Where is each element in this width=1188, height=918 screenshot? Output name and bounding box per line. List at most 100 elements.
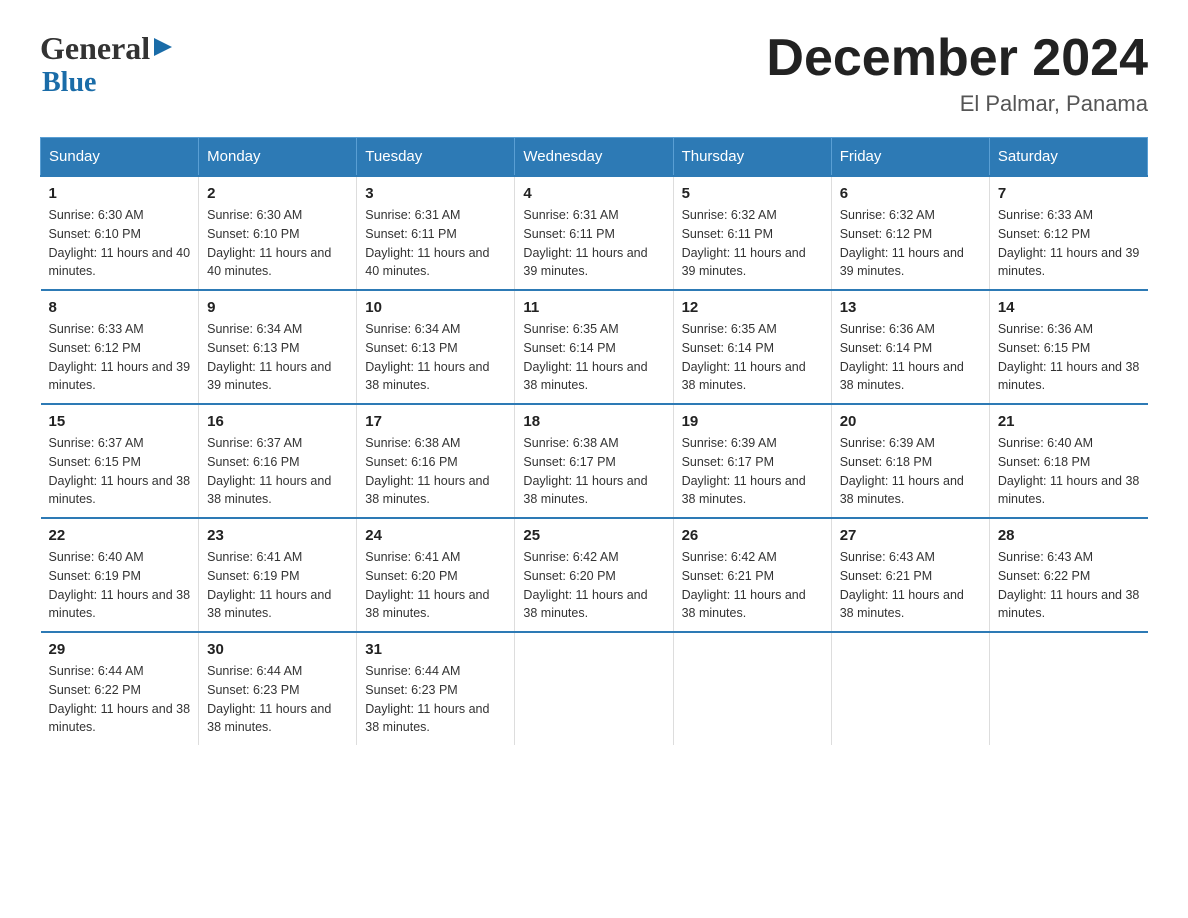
calendar-week-4: 22 Sunrise: 6:40 AMSunset: 6:19 PMDaylig… [41,518,1148,632]
day-info: Sunrise: 6:38 AMSunset: 6:16 PMDaylight:… [365,436,489,506]
day-info: Sunrise: 6:40 AMSunset: 6:18 PMDaylight:… [998,436,1140,506]
day-number: 21 [998,413,1140,430]
table-row: 10 Sunrise: 6:34 AMSunset: 6:13 PMDaylig… [357,290,515,404]
location-subtitle: El Palmar, Panama [766,91,1148,117]
day-number: 17 [365,413,506,430]
day-number: 25 [523,527,664,544]
day-number: 30 [207,641,348,658]
day-number: 7 [998,185,1140,202]
table-row [673,632,831,745]
day-info: Sunrise: 6:38 AMSunset: 6:17 PMDaylight:… [523,436,647,506]
logo-arrow-icon [152,36,174,58]
day-number: 10 [365,299,506,316]
table-row: 15 Sunrise: 6:37 AMSunset: 6:15 PMDaylig… [41,404,199,518]
day-info: Sunrise: 6:34 AMSunset: 6:13 PMDaylight:… [365,322,489,392]
table-row: 13 Sunrise: 6:36 AMSunset: 6:14 PMDaylig… [831,290,989,404]
logo-blue: Blue [42,67,96,98]
day-number: 2 [207,185,348,202]
day-info: Sunrise: 6:44 AMSunset: 6:23 PMDaylight:… [207,664,331,734]
table-row: 23 Sunrise: 6:41 AMSunset: 6:19 PMDaylig… [199,518,357,632]
day-info: Sunrise: 6:43 AMSunset: 6:21 PMDaylight:… [840,550,964,620]
calendar-week-3: 15 Sunrise: 6:37 AMSunset: 6:15 PMDaylig… [41,404,1148,518]
day-info: Sunrise: 6:35 AMSunset: 6:14 PMDaylight:… [682,322,806,392]
table-row: 3 Sunrise: 6:31 AMSunset: 6:11 PMDayligh… [357,176,515,290]
table-row: 24 Sunrise: 6:41 AMSunset: 6:20 PMDaylig… [357,518,515,632]
day-info: Sunrise: 6:30 AMSunset: 6:10 PMDaylight:… [207,208,331,278]
day-number: 15 [49,413,191,430]
day-info: Sunrise: 6:35 AMSunset: 6:14 PMDaylight:… [523,322,647,392]
table-row: 7 Sunrise: 6:33 AMSunset: 6:12 PMDayligh… [989,176,1147,290]
day-number: 14 [998,299,1140,316]
table-row: 18 Sunrise: 6:38 AMSunset: 6:17 PMDaylig… [515,404,673,518]
title-section: December 2024 El Palmar, Panama [766,30,1148,117]
day-info: Sunrise: 6:39 AMSunset: 6:17 PMDaylight:… [682,436,806,506]
table-row: 28 Sunrise: 6:43 AMSunset: 6:22 PMDaylig… [989,518,1147,632]
day-number: 16 [207,413,348,430]
table-row: 11 Sunrise: 6:35 AMSunset: 6:14 PMDaylig… [515,290,673,404]
day-number: 19 [682,413,823,430]
day-number: 24 [365,527,506,544]
day-info: Sunrise: 6:40 AMSunset: 6:19 PMDaylight:… [49,550,191,620]
day-number: 31 [365,641,506,658]
table-row: 30 Sunrise: 6:44 AMSunset: 6:23 PMDaylig… [199,632,357,745]
day-number: 3 [365,185,506,202]
day-number: 1 [49,185,191,202]
day-info: Sunrise: 6:39 AMSunset: 6:18 PMDaylight:… [840,436,964,506]
day-number: 26 [682,527,823,544]
day-info: Sunrise: 6:32 AMSunset: 6:11 PMDaylight:… [682,208,806,278]
table-row: 4 Sunrise: 6:31 AMSunset: 6:11 PMDayligh… [515,176,673,290]
day-info: Sunrise: 6:43 AMSunset: 6:22 PMDaylight:… [998,550,1140,620]
day-info: Sunrise: 6:32 AMSunset: 6:12 PMDaylight:… [840,208,964,278]
calendar-week-2: 8 Sunrise: 6:33 AMSunset: 6:12 PMDayligh… [41,290,1148,404]
col-wednesday: Wednesday [515,138,673,177]
day-info: Sunrise: 6:36 AMSunset: 6:15 PMDaylight:… [998,322,1140,392]
logo: General Blue [40,30,174,99]
col-saturday: Saturday [989,138,1147,177]
table-row: 26 Sunrise: 6:42 AMSunset: 6:21 PMDaylig… [673,518,831,632]
day-number: 18 [523,413,664,430]
day-info: Sunrise: 6:37 AMSunset: 6:16 PMDaylight:… [207,436,331,506]
day-info: Sunrise: 6:41 AMSunset: 6:19 PMDaylight:… [207,550,331,620]
day-info: Sunrise: 6:42 AMSunset: 6:21 PMDaylight:… [682,550,806,620]
day-number: 6 [840,185,981,202]
day-number: 23 [207,527,348,544]
day-number: 22 [49,527,191,544]
table-row: 16 Sunrise: 6:37 AMSunset: 6:16 PMDaylig… [199,404,357,518]
table-row: 14 Sunrise: 6:36 AMSunset: 6:15 PMDaylig… [989,290,1147,404]
table-row [989,632,1147,745]
day-number: 11 [523,299,664,316]
day-number: 20 [840,413,981,430]
col-monday: Monday [199,138,357,177]
table-row: 9 Sunrise: 6:34 AMSunset: 6:13 PMDayligh… [199,290,357,404]
calendar-table: Sunday Monday Tuesday Wednesday Thursday… [40,137,1148,745]
day-info: Sunrise: 6:44 AMSunset: 6:23 PMDaylight:… [365,664,489,734]
table-row: 8 Sunrise: 6:33 AMSunset: 6:12 PMDayligh… [41,290,199,404]
table-row: 25 Sunrise: 6:42 AMSunset: 6:20 PMDaylig… [515,518,673,632]
day-info: Sunrise: 6:31 AMSunset: 6:11 PMDaylight:… [523,208,647,278]
table-row [515,632,673,745]
day-number: 9 [207,299,348,316]
logo-general: General [40,30,150,67]
calendar-week-5: 29 Sunrise: 6:44 AMSunset: 6:22 PMDaylig… [41,632,1148,745]
table-row: 1 Sunrise: 6:30 AMSunset: 6:10 PMDayligh… [41,176,199,290]
header-row: Sunday Monday Tuesday Wednesday Thursday… [41,138,1148,177]
calendar-week-1: 1 Sunrise: 6:30 AMSunset: 6:10 PMDayligh… [41,176,1148,290]
day-number: 27 [840,527,981,544]
table-row: 20 Sunrise: 6:39 AMSunset: 6:18 PMDaylig… [831,404,989,518]
day-info: Sunrise: 6:30 AMSunset: 6:10 PMDaylight:… [49,208,191,278]
day-info: Sunrise: 6:36 AMSunset: 6:14 PMDaylight:… [840,322,964,392]
table-row: 27 Sunrise: 6:43 AMSunset: 6:21 PMDaylig… [831,518,989,632]
day-number: 13 [840,299,981,316]
day-info: Sunrise: 6:33 AMSunset: 6:12 PMDaylight:… [49,322,191,392]
day-info: Sunrise: 6:44 AMSunset: 6:22 PMDaylight:… [49,664,191,734]
table-row: 5 Sunrise: 6:32 AMSunset: 6:11 PMDayligh… [673,176,831,290]
day-info: Sunrise: 6:37 AMSunset: 6:15 PMDaylight:… [49,436,191,506]
day-number: 5 [682,185,823,202]
col-thursday: Thursday [673,138,831,177]
table-row: 19 Sunrise: 6:39 AMSunset: 6:17 PMDaylig… [673,404,831,518]
day-number: 4 [523,185,664,202]
table-row: 12 Sunrise: 6:35 AMSunset: 6:14 PMDaylig… [673,290,831,404]
day-info: Sunrise: 6:34 AMSunset: 6:13 PMDaylight:… [207,322,331,392]
main-title: December 2024 [766,30,1148,87]
table-row: 6 Sunrise: 6:32 AMSunset: 6:12 PMDayligh… [831,176,989,290]
